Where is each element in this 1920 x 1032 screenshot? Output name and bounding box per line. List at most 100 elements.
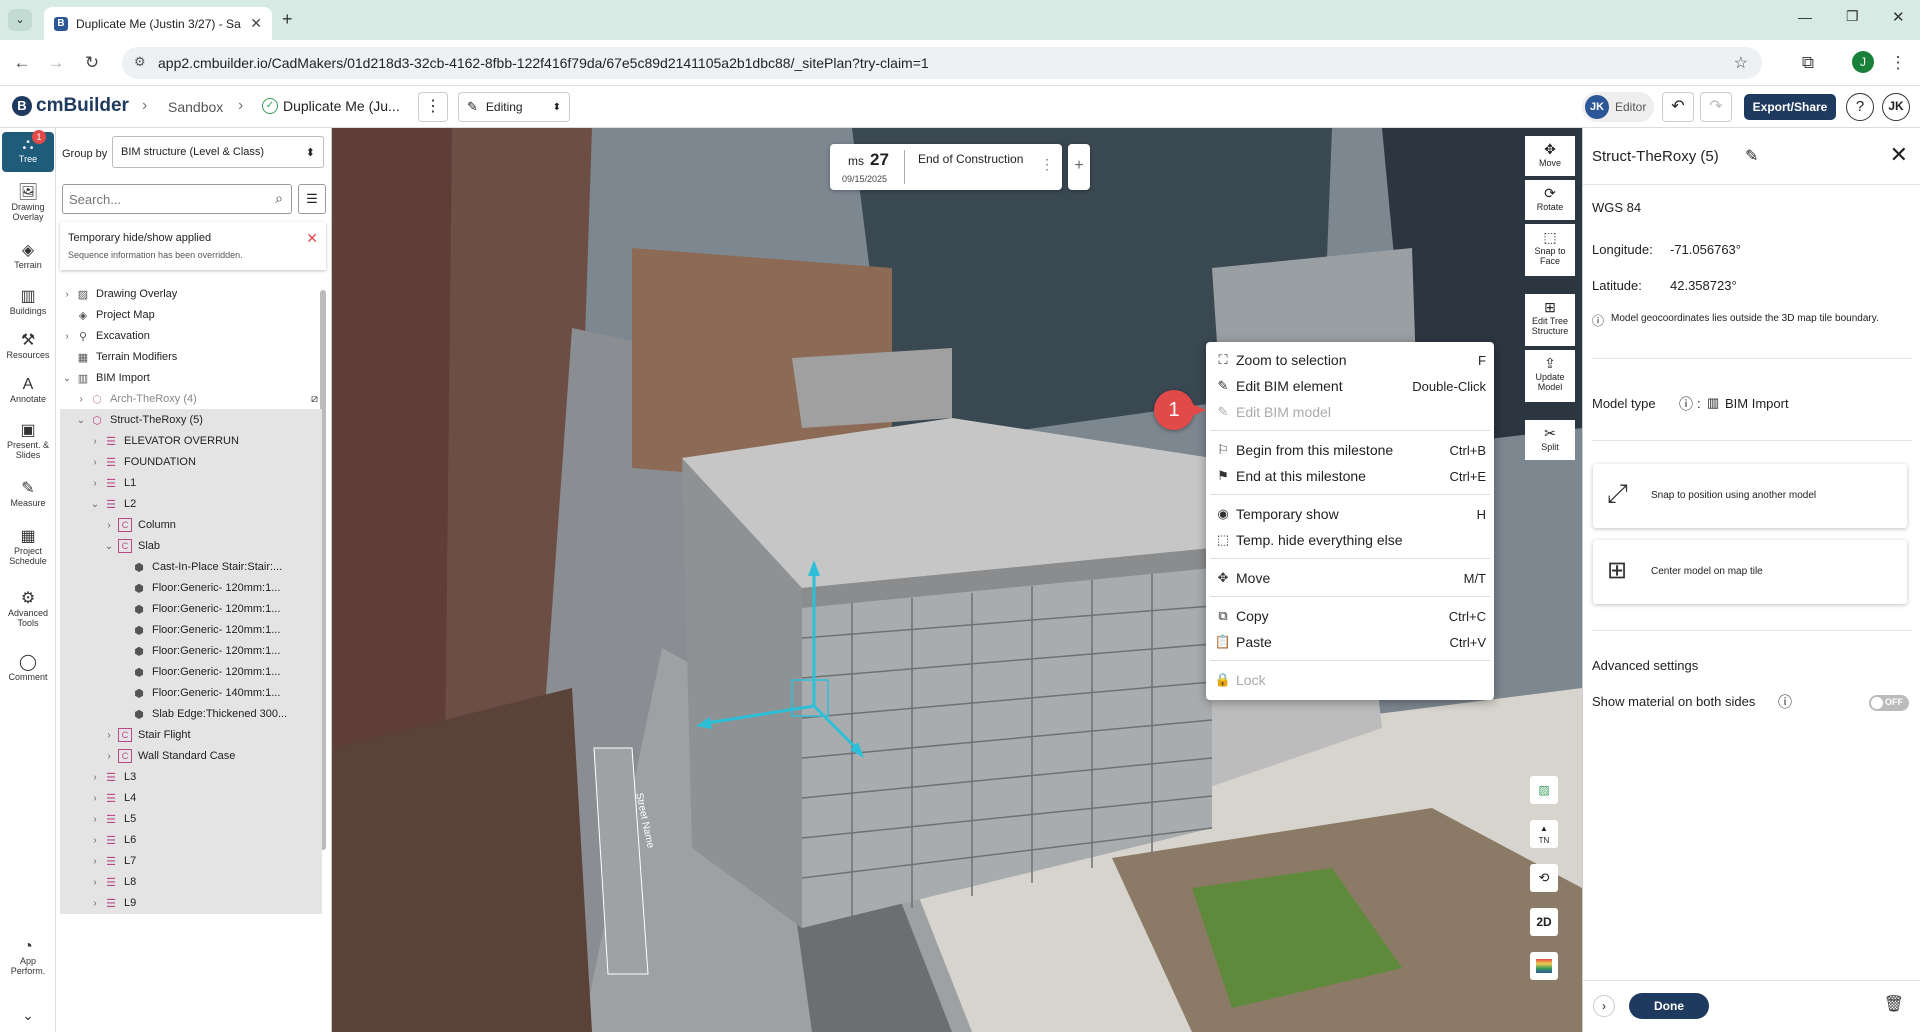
tree-row-level[interactable]: › ☰ L3 [60, 766, 322, 788]
menu-paste[interactable]: 📋 Paste Ctrl+V [1206, 630, 1494, 654]
update-model-tool[interactable]: ⇪ Update Model [1525, 350, 1575, 402]
cmbuilder-logo-icon[interactable]: B [12, 96, 32, 116]
snap-position-card[interactable]: ⤢ Snap to position using another model [1593, 464, 1907, 528]
info-icon[interactable]: ⓘ [1778, 692, 1792, 712]
rail-measure[interactable]: ✎ Measure [2, 480, 54, 508]
user-avatar[interactable]: JK [1882, 93, 1910, 121]
rail-resources[interactable]: ⚒ Resources [2, 332, 54, 360]
tree-row-level[interactable]: › ☰ FOUNDATION [60, 451, 322, 473]
tree-row-class[interactable]: › C Wall Standard Case [60, 745, 322, 767]
export-share-button[interactable]: Export/Share [1744, 94, 1836, 120]
role-badge[interactable]: JK Editor [1582, 92, 1654, 122]
done-button[interactable]: Done [1629, 993, 1709, 1019]
menu-zoom-to-selection[interactable]: ⛶ Zoom to selection F [1206, 348, 1494, 372]
filter-list-icon[interactable]: ☰ [298, 184, 326, 214]
menu-lock[interactable]: 🔒 Lock [1206, 668, 1494, 692]
rail-drawing-overlay[interactable]: 🖼 Drawing Overlay [2, 184, 54, 222]
tree-row-level[interactable]: ⌄ ☰ L2 [60, 493, 322, 515]
browser-menu-icon[interactable]: ⋮ [1884, 49, 1912, 77]
rail-comment[interactable]: ◯ Comment [2, 654, 54, 682]
tree-search[interactable]: ⌕ [62, 184, 292, 214]
rail-annotate[interactable]: A Annotate [2, 376, 54, 404]
trash-icon[interactable]: 🗑 [1884, 994, 1904, 1014]
tree-row-element[interactable]: ⬢ Floor:Generic- 120mm:1... [60, 640, 322, 662]
legend-color-button[interactable] [1530, 952, 1558, 980]
add-milestone-button[interactable]: + [1068, 144, 1090, 190]
app-logo-text[interactable]: cmBuilder [36, 95, 129, 117]
back-icon[interactable]: ← [8, 49, 36, 77]
milestone-card[interactable]: ms 27 09/15/2025 End of Construction ⋮ [830, 144, 1062, 190]
close-panel-icon[interactable]: ✕ [1890, 142, 1908, 168]
reload-icon[interactable]: ↻ [78, 49, 106, 77]
tree-row-class[interactable]: ⌄ C Slab [60, 535, 322, 557]
orbit-icon[interactable]: ⟲ [1530, 864, 1558, 892]
help-button[interactable]: ? [1846, 93, 1874, 121]
info-icon[interactable]: ⓘ [1679, 394, 1693, 414]
menu-begin-from-milestone[interactable]: ⚐ Begin from this milestone Ctrl+B [1206, 438, 1494, 462]
tree-row-element[interactable]: ⬢ Cast-In-Place Stair:Stair:... [60, 556, 322, 578]
forward-icon[interactable]: → [42, 49, 70, 77]
tree-row-level[interactable]: › ☰ L5 [60, 808, 322, 830]
menu-temporary-show[interactable]: ◉ Temporary show H [1206, 502, 1494, 526]
tree-row-excavation[interactable]: › ⚲ Excavation [60, 325, 322, 347]
undo-icon[interactable]: ↶ [1662, 92, 1694, 122]
tree-row-level[interactable]: › ☰ ELEVATOR OVERRUN [60, 430, 322, 452]
tab-search-icon[interactable]: ⌄ [8, 9, 32, 31]
restore-icon[interactable]: ❐ [1846, 8, 1859, 25]
menu-temp-hide-else[interactable]: ⬚ Temp. hide everything else [1206, 528, 1494, 552]
edit-tree-structure-tool[interactable]: ⊞ Edit Tree Structure [1525, 294, 1575, 346]
mode-select[interactable]: ✎ Editing ⬍ [458, 92, 570, 122]
tree-row-class[interactable]: › C Stair Flight [60, 724, 322, 746]
rail-app-performance[interactable]: ◔ App Perform. [2, 938, 54, 976]
group-by-select[interactable]: BIM structure (Level & Class) ⬍ [112, 136, 324, 168]
bookmark-star-icon[interactable]: ☆ [1734, 53, 1748, 73]
move-tool[interactable]: ✥ Move [1525, 136, 1575, 176]
collapse-rail-icon[interactable]: ⌄ [2, 1008, 54, 1022]
tree-row-element[interactable]: ⬢ Floor:Generic- 120mm:1... [60, 619, 322, 641]
profile-avatar[interactable]: J [1852, 51, 1874, 73]
rotate-tool[interactable]: ⟳ Rotate [1525, 180, 1575, 220]
tree-row-element[interactable]: ⬢ Floor:Generic- 120mm:1... [60, 661, 322, 683]
rail-advanced-tools[interactable]: ⚙ Advanced Tools [2, 590, 54, 628]
close-window-icon[interactable]: ✕ [1892, 8, 1905, 26]
menu-end-at-milestone[interactable]: ⚑ End at this milestone Ctrl+E [1206, 464, 1494, 488]
rename-icon[interactable]: ✎ [1745, 146, 1758, 166]
tree-row-drawing-overlay[interactable]: › ▨ Drawing Overlay [60, 283, 322, 305]
tree-row-element[interactable]: ⬢ Floor:Generic- 140mm:1... [60, 682, 322, 704]
close-tab-icon[interactable]: ✕ [250, 15, 262, 32]
extensions-icon[interactable]: ⧉ [1794, 49, 1822, 77]
map-layer-icon[interactable]: ▨ [1530, 776, 1558, 804]
url-field[interactable]: ⚙ app2.cmbuilder.io/CadMakers/01d218d3-3… [122, 47, 1762, 79]
menu-edit-bim-model[interactable]: ✎ Edit BIM model [1206, 400, 1494, 424]
redo-icon[interactable]: ↷ [1700, 92, 1732, 122]
menu-copy[interactable]: ⧉ Copy Ctrl+C [1206, 604, 1494, 628]
hidden-toggle-icon[interactable]: ⧄ [311, 393, 318, 406]
rail-project-schedule[interactable]: ▦ Project Schedule [2, 528, 54, 566]
browser-tab[interactable]: B Duplicate Me (Justin 3/27) - Sa ✕ [44, 7, 272, 40]
drag-handle-icon[interactable]: ⋮ [1040, 156, 1054, 173]
rail-buildings[interactable]: ▥ Buildings [2, 288, 54, 316]
expand-icon[interactable]: › [1593, 995, 1615, 1017]
tree-row-level[interactable]: › ☰ L9 [60, 892, 322, 914]
tree-row-level[interactable]: › ☰ L8 [60, 871, 322, 893]
rail-presentations[interactable]: ▣ Present. & Slides [2, 422, 54, 460]
menu-move[interactable]: ✥ Move M/T [1206, 566, 1494, 590]
new-tab-icon[interactable]: + [282, 9, 293, 30]
project-menu-icon[interactable]: ⋮ [418, 92, 448, 122]
breadcrumb-project[interactable]: Duplicate Me (Ju... [283, 98, 400, 114]
2d-toggle-button[interactable]: 2D [1530, 908, 1558, 936]
rail-tree[interactable]: ⛬ Tree [2, 132, 54, 172]
tree-row-element[interactable]: ⬢ Floor:Generic- 120mm:1... [60, 598, 322, 620]
center-model-card[interactable]: ⊞ Center model on map tile [1593, 540, 1907, 604]
search-input[interactable] [69, 186, 259, 212]
site-info-icon[interactable]: ⚙ [134, 54, 146, 70]
tree-row-project-map[interactable]: ◈ Project Map [60, 304, 322, 326]
tree-row-level[interactable]: › ☰ L1 [60, 472, 322, 494]
tree-row-class[interactable]: › C Column [60, 514, 322, 536]
tree-row-struct-theroxy[interactable]: ⌄ ⬡ Struct-TheRoxy (5) [60, 409, 322, 431]
tree-row-bim-import[interactable]: ⌄ ▥ BIM Import [60, 367, 322, 389]
minimize-icon[interactable]: — [1798, 9, 1812, 25]
search-icon[interactable]: ⌕ [275, 190, 283, 207]
tree-row-terrain-modifiers[interactable]: ▦ Terrain Modifiers [60, 346, 322, 368]
tree-row-level[interactable]: › ☰ L4 [60, 787, 322, 809]
